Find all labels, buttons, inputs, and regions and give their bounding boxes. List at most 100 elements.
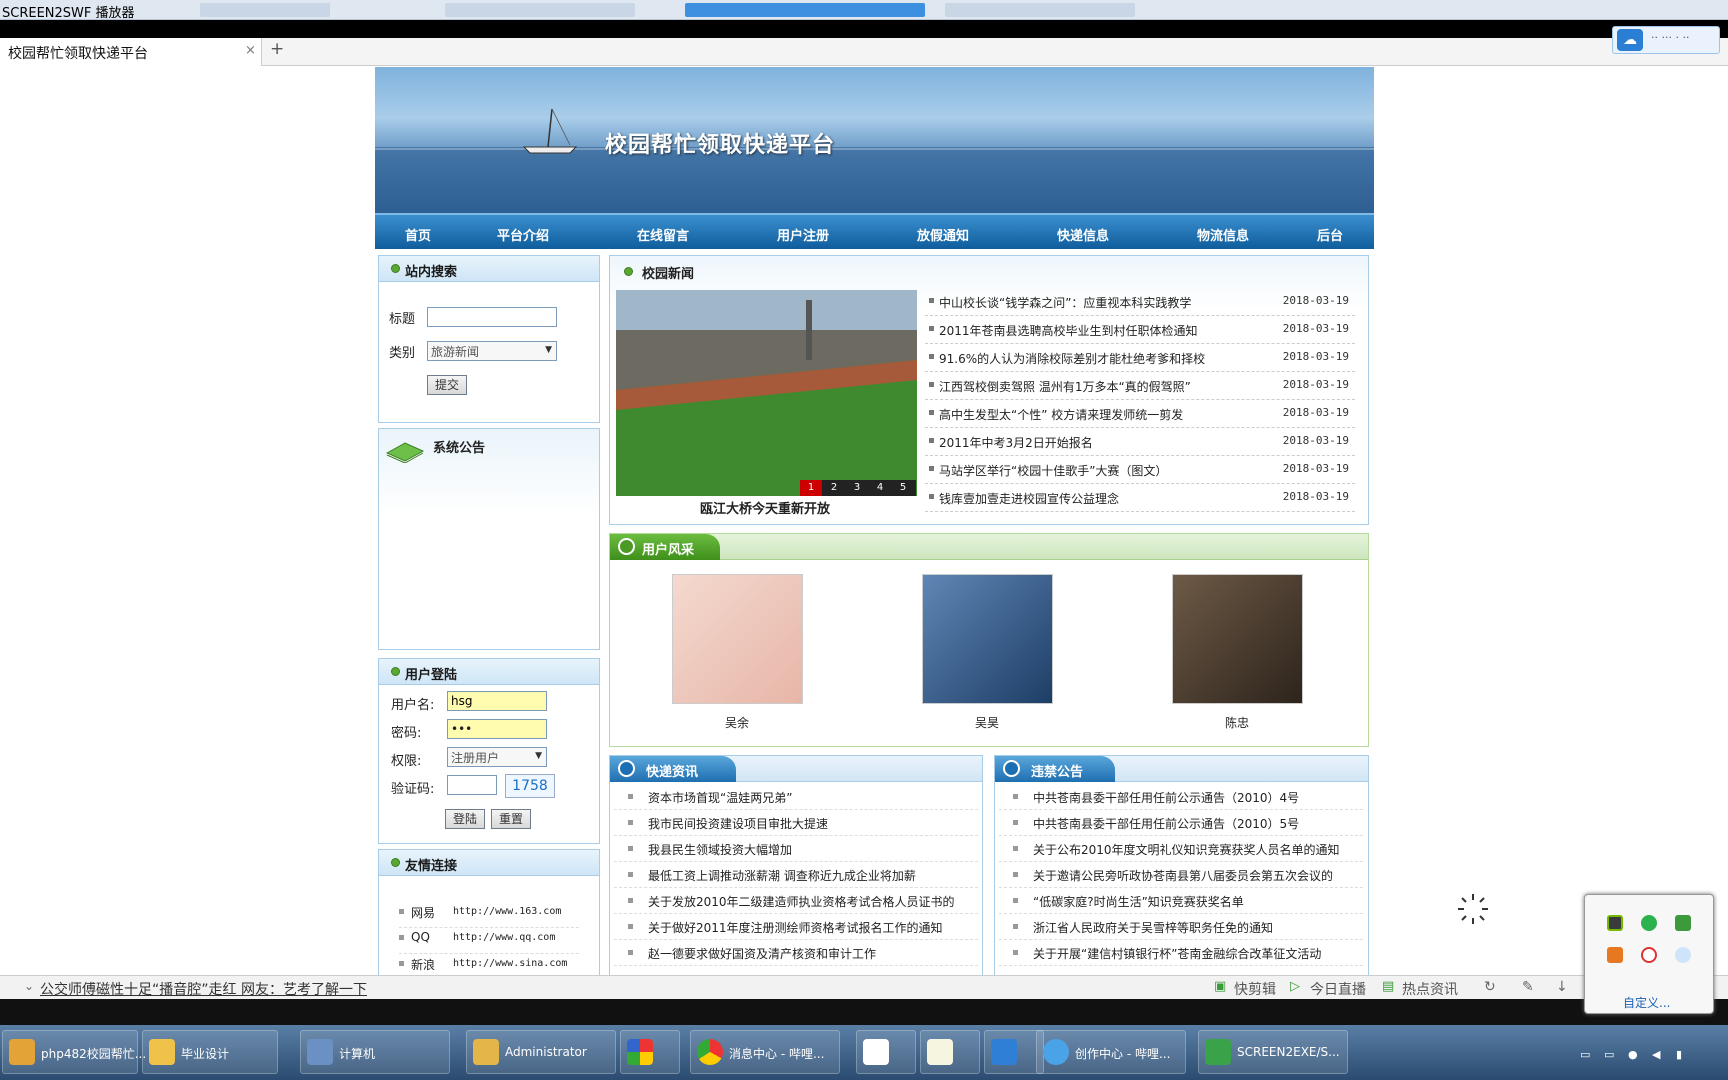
violation-item[interactable]: 关于邀请公民旁听政协苍南县第八届委员会第五次会议的 — [999, 862, 1363, 888]
new-tab-button[interactable]: + — [270, 39, 284, 59]
title-input[interactable] — [427, 307, 557, 327]
username-input[interactable] — [447, 691, 547, 711]
express-item[interactable]: 资本市场首现“温娃两兄弟” — [614, 784, 978, 810]
app-icon — [1205, 1039, 1231, 1065]
chevron-down-icon[interactable]: ⌄ — [24, 979, 34, 993]
taskbar-item[interactable] — [856, 1030, 916, 1074]
slide-caption[interactable]: 瓯江大桥今天重新开放 — [700, 498, 830, 517]
taskbar-item[interactable]: php482校园帮忙... — [2, 1030, 146, 1074]
nav-register[interactable]: 用户注册 — [777, 225, 829, 244]
flower-icon[interactable] — [1641, 947, 1657, 963]
express-item[interactable]: 我县民生领域投资大幅增加 — [614, 836, 978, 862]
link-item[interactable]: 新浪 http://www.sina.com — [399, 954, 579, 976]
express-item[interactable]: 关于发放2010年二级建造师执业资格考试合格人员证书的 — [614, 888, 978, 914]
login-button[interactable]: 登陆 — [445, 809, 485, 829]
taskbar-item[interactable]: 毕业设计 — [142, 1030, 278, 1074]
slide-page-4[interactable]: 4 — [869, 480, 891, 496]
nav-express[interactable]: 快递信息 — [1057, 225, 1109, 244]
blurred-tab[interactable] — [945, 3, 1135, 17]
taskbar-item[interactable]: Administrator — [466, 1030, 616, 1074]
news-item[interactable]: 2011年中考3月2日开始报名 2018-03-19 — [925, 428, 1355, 456]
cloud-button[interactable]: ☁ ·· ··· · ·· — [1612, 26, 1720, 54]
qq-icon[interactable]: ● — [1628, 1048, 1638, 1061]
nav-logistics[interactable]: 物流信息 — [1197, 225, 1249, 244]
live-link[interactable]: 今日直播 — [1310, 979, 1366, 999]
taskbar-item[interactable]: 创作中心 - 哔哩... — [1036, 1030, 1186, 1074]
user-name[interactable]: 吴余 — [725, 714, 749, 731]
news-item[interactable]: 江西驾校倒卖驾照 温州有1万多本“真的假驾照” 2018-03-19 — [925, 372, 1355, 400]
wechat-icon[interactable] — [1641, 915, 1657, 931]
taskbar-item[interactable] — [920, 1030, 980, 1074]
nav-admin[interactable]: 后台 — [1317, 225, 1343, 244]
violation-item[interactable]: 中共苍南县委干部任用任前公示通告（2010）4号 — [999, 784, 1363, 810]
nvidia-icon[interactable] — [1607, 915, 1623, 931]
captcha-input[interactable] — [447, 775, 497, 795]
express-item[interactable]: 关于做好2011年度注册测绘师资格考试报名工作的通知 — [614, 914, 978, 940]
user-photo[interactable] — [672, 574, 803, 704]
news-item[interactable]: 马站学区举行“校园十佳歌手”大赛（图文） 2018-03-19 — [925, 456, 1355, 484]
volume-icon[interactable]: ◀ — [1652, 1048, 1660, 1061]
violation-item[interactable]: 浙江省人民政府关于吴雪梓等职务任免的通知 — [999, 914, 1363, 940]
reset-button[interactable]: 重置 — [491, 809, 531, 829]
pin-icon[interactable]: ✎ — [1522, 979, 1534, 995]
blurred-tab-active[interactable] — [685, 3, 925, 17]
user-photo[interactable] — [922, 574, 1053, 704]
download-icon[interactable]: ↓ — [1556, 979, 1568, 995]
news-item[interactable]: 2011年苍南县选聘高校毕业生到村任职体检通知 2018-03-19 — [925, 316, 1355, 344]
news-item[interactable]: 中山校长谈“钱学森之问”：应重视本科实践教学 2018-03-19 — [925, 288, 1355, 316]
password-input[interactable]: ••• — [447, 719, 547, 739]
violation-item[interactable]: 关于开展“建信村镇银行杯”苍南金融综合改革征文活动 — [999, 940, 1363, 966]
user-name[interactable]: 陈忠 — [1225, 714, 1249, 731]
slide-page-5[interactable]: 5 — [892, 480, 914, 496]
browser-tab[interactable]: 校园帮忙领取快递平台 × — [0, 38, 262, 66]
submit-button[interactable]: 提交 — [427, 375, 467, 395]
violation-item-title: “低碳家庭?时尚生活”知识竞赛获奖名单 — [1033, 895, 1244, 909]
news-item[interactable]: 高中生发型太“个性” 校方请来理发师统一剪发 2018-03-19 — [925, 400, 1355, 428]
shield-icon[interactable] — [1675, 915, 1691, 931]
express-item[interactable]: 我市民间投资建设项目审批大提速 — [614, 810, 978, 836]
taskbar-item[interactable]: 消息中心 - 哔哩... — [690, 1030, 840, 1074]
quick-edit-link[interactable]: 快剪辑 — [1234, 979, 1276, 999]
keyboard-icon[interactable]: ▭ — [1580, 1048, 1590, 1061]
violation-panel: 违禁公告 中共苍南县委干部任用任前公示通告（2010）4号 中共苍南县委干部任用… — [994, 755, 1369, 975]
blurred-tab[interactable] — [445, 3, 635, 17]
news-item[interactable]: 91.6%的人认为消除校际差别才能杜绝考爹和择校 2018-03-19 — [925, 344, 1355, 372]
slide-page-2[interactable]: 2 — [823, 480, 845, 496]
close-tab-icon[interactable]: × — [245, 43, 256, 58]
link-item[interactable]: QQ http://www.qq.com — [399, 928, 579, 954]
link-item[interactable]: 网易 http://www.163.com — [399, 902, 579, 928]
refresh-icon[interactable]: ↻ — [1484, 979, 1496, 995]
bullet-icon — [929, 326, 934, 331]
customize-link[interactable]: 自定义... — [1623, 994, 1670, 1011]
violation-item[interactable]: 关于公布2010年度文明礼仪知识竞赛获奖人员名单的通知 — [999, 836, 1363, 862]
network-icon[interactable]: ▮ — [1676, 1048, 1682, 1061]
express-item[interactable]: 最低工资上调推动涨薪潮 调查称近九成企业将加薪 — [614, 862, 978, 888]
violation-item[interactable]: 中共苍南县委干部任用任前公示通告（2010）5号 — [999, 810, 1363, 836]
taskbar-item[interactable] — [620, 1030, 680, 1074]
nav-holiday[interactable]: 放假通知 — [917, 225, 969, 244]
cloud-icon[interactable] — [1675, 947, 1691, 963]
stadium-photo[interactable] — [616, 290, 917, 496]
nav-home[interactable]: 首页 — [405, 225, 431, 244]
app-icon[interactable] — [1607, 947, 1623, 963]
express-item[interactable]: 赵一德要求做好国资及清产核资和审计工作 — [614, 940, 978, 966]
user-name[interactable]: 吴昊 — [975, 714, 999, 731]
bullet-icon — [628, 924, 633, 929]
role-select[interactable]: 注册用户 ▼ — [447, 747, 547, 767]
blurred-tab[interactable] — [200, 3, 330, 17]
hot-news-link[interactable]: 热点资讯 — [1402, 979, 1458, 999]
slide-page-1[interactable]: 1 — [800, 480, 822, 496]
taskbar-item[interactable] — [984, 1030, 1044, 1074]
taskbar-item[interactable]: 计算机 — [300, 1030, 450, 1074]
user-photo[interactable] — [1172, 574, 1303, 704]
category-select[interactable]: 旅游新闻 ▼ — [427, 341, 557, 361]
taskbar-item[interactable]: SCREEN2EXE/S... — [1198, 1030, 1348, 1074]
nav-intro[interactable]: 平台介绍 — [497, 225, 549, 244]
news-item[interactable]: 钱库壹加壹走进校园宣传公益理念 2018-03-19 — [925, 484, 1355, 512]
nav-message[interactable]: 在线留言 — [637, 225, 689, 244]
slide-page-3[interactable]: 3 — [846, 480, 868, 496]
monitor-icon[interactable]: ▭ — [1604, 1048, 1614, 1061]
violation-item[interactable]: “低碳家庭?时尚生活”知识竞赛获奖名单 — [999, 888, 1363, 914]
news-date: 2018-03-19 — [1282, 462, 1349, 475]
headline-link[interactable]: 公交师傅磁性十足“播音腔”走红 网友：艺考了解一下 — [40, 979, 367, 999]
